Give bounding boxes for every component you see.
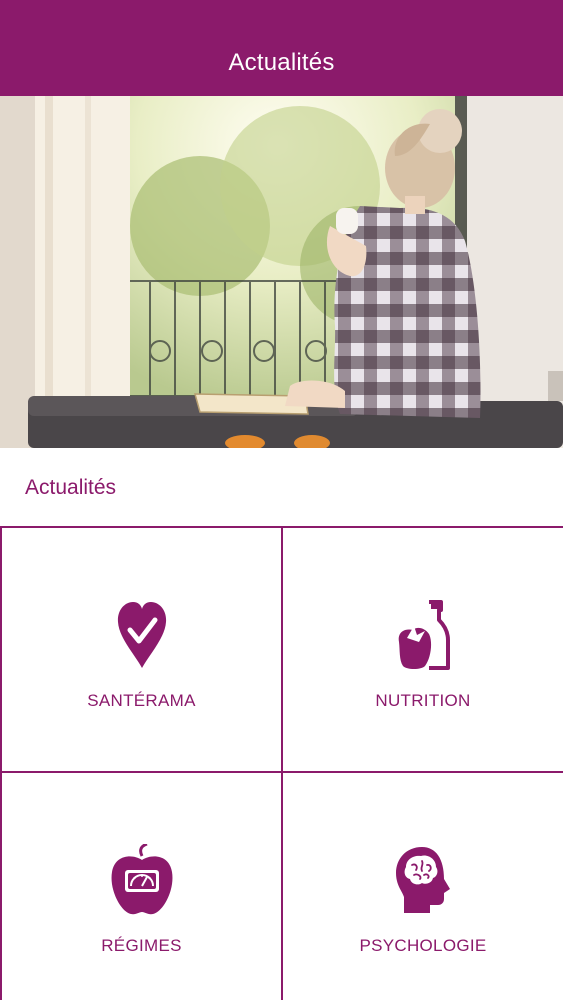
tile-label: PSYCHOLOGIE xyxy=(359,935,487,955)
tile-label: SANTÉRAMA xyxy=(87,690,196,710)
tile-santerama[interactable]: SANTÉRAMA xyxy=(0,526,283,773)
hero-image xyxy=(0,96,563,448)
tile-regimes[interactable]: RÉGIMES xyxy=(0,771,283,1000)
tile-psychologie[interactable]: PSYCHOLOGIE xyxy=(281,771,563,1000)
category-grid: SANTÉRAMA NUTRITION RÉGIMES PSYCHOLOGIE xyxy=(0,526,563,1000)
tile-label: NUTRITION xyxy=(375,690,471,710)
apple-scale-icon xyxy=(107,843,177,916)
fruit-bottle-icon xyxy=(388,599,458,671)
tile-label: RÉGIMES xyxy=(101,935,182,955)
section-heading: Actualités xyxy=(25,476,117,499)
page-title: Actualités xyxy=(228,49,335,76)
tile-nutrition[interactable]: NUTRITION xyxy=(281,526,563,773)
head-brain-icon xyxy=(388,844,458,916)
heart-check-icon xyxy=(107,599,177,671)
top-app-bar: Actualités xyxy=(0,0,563,96)
